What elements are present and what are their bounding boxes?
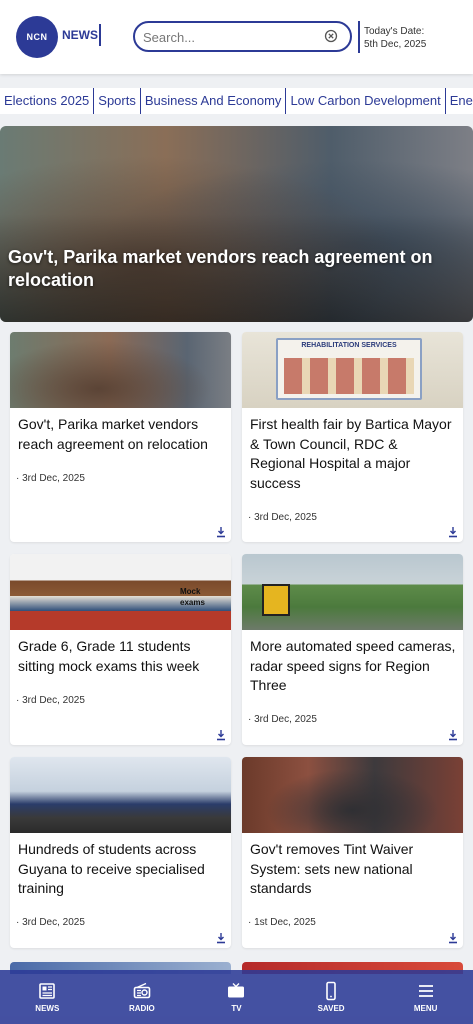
date-divider bbox=[358, 21, 360, 53]
nav-radio[interactable]: RADIO bbox=[95, 970, 190, 1024]
card-image bbox=[10, 757, 231, 833]
card-image bbox=[242, 757, 463, 833]
nav-saved-label: SAVED bbox=[317, 1004, 345, 1013]
nav-saved[interactable]: SAVED bbox=[284, 970, 379, 1024]
todays-date: Today's Date: 5th Dec, 2025 bbox=[364, 25, 426, 51]
brand-label: NEWS bbox=[62, 28, 98, 42]
card-date: · 3rd Dec, 2025 bbox=[16, 917, 85, 928]
download-icon[interactable] bbox=[215, 526, 227, 538]
card-title: More automated speed cameras, radar spee… bbox=[250, 638, 456, 693]
news-card[interactable]: Mock exams Grade 6, Grade 11 students si… bbox=[10, 554, 231, 745]
card-image: REHABILITATION SERVICES bbox=[242, 332, 463, 408]
poster-photos bbox=[284, 358, 414, 394]
date-label: Today's Date: bbox=[364, 26, 425, 37]
download-icon[interactable] bbox=[447, 526, 459, 538]
card-date: · 1st Dec, 2025 bbox=[248, 917, 316, 928]
nav-menu-label: MENU bbox=[413, 1004, 438, 1013]
radio-icon bbox=[133, 982, 151, 999]
category-nav: Elections 2025 Sports Business And Economy… bbox=[0, 88, 473, 114]
download-icon[interactable] bbox=[447, 932, 459, 944]
card-title: First health fair by Bartica Mayor & Tow… bbox=[250, 416, 452, 491]
download-icon[interactable] bbox=[215, 729, 227, 741]
card-title: Gov't, Parika market vendors reach agree… bbox=[18, 416, 208, 452]
nav-tv-label: TV bbox=[231, 1004, 242, 1013]
search-box[interactable] bbox=[133, 21, 352, 52]
news-card[interactable]: Hundreds of students across Guyana to re… bbox=[10, 757, 231, 948]
nav-tv[interactable]: TV bbox=[189, 970, 284, 1024]
image-caption: Mock exams bbox=[180, 587, 205, 607]
hero-story[interactable]: Gov't, Parika market vendors reach agree… bbox=[0, 126, 473, 322]
search-input[interactable] bbox=[143, 28, 318, 46]
category-energy[interactable]: Ene bbox=[446, 88, 473, 114]
clear-search-icon[interactable] bbox=[324, 29, 338, 43]
menu-icon bbox=[418, 985, 433, 997]
card-image bbox=[10, 332, 231, 408]
speed-sign bbox=[262, 584, 290, 616]
phone-icon bbox=[326, 981, 336, 1001]
category-low-carbon[interactable]: Low Carbon Development bbox=[286, 88, 446, 114]
news-card[interactable]: REHABILITATION SERVICES First health fai… bbox=[242, 332, 463, 542]
card-title: Gov't removes Tint Waiver System: sets n… bbox=[250, 841, 414, 896]
card-date: · 3rd Dec, 2025 bbox=[248, 512, 317, 523]
news-card[interactable]: Gov't, Parika market vendors reach agree… bbox=[10, 332, 231, 542]
ncn-logo[interactable]: NCN bbox=[16, 16, 58, 58]
card-date: · 3rd Dec, 2025 bbox=[16, 473, 85, 484]
bottom-nav: NEWS RADIO TV SAVED MENU bbox=[0, 970, 473, 1024]
tv-icon bbox=[228, 983, 245, 998]
nav-news[interactable]: NEWS bbox=[0, 970, 95, 1024]
hero-title: Gov't, Parika market vendors reach agree… bbox=[8, 247, 433, 290]
card-image bbox=[242, 554, 463, 630]
category-business[interactable]: Business And Economy bbox=[141, 88, 287, 114]
nav-radio-label: RADIO bbox=[129, 1004, 155, 1013]
logo-divider bbox=[99, 24, 101, 46]
poster-board: REHABILITATION SERVICES bbox=[276, 338, 422, 400]
download-icon[interactable] bbox=[215, 932, 227, 944]
category-sports[interactable]: Sports bbox=[94, 88, 141, 114]
date-value: 5th Dec, 2025 bbox=[364, 39, 427, 50]
download-icon[interactable] bbox=[447, 729, 459, 741]
card-title: Grade 6, Grade 11 students sitting mock … bbox=[18, 638, 200, 674]
hero-image bbox=[0, 126, 473, 322]
app-screen: NCN NEWS Today's Date: 5th Dec, 2025 Ele… bbox=[0, 0, 473, 1024]
category-elections[interactable]: Elections 2025 bbox=[0, 88, 95, 114]
card-image: Mock exams bbox=[10, 554, 231, 630]
news-card[interactable]: Gov't removes Tint Waiver System: sets n… bbox=[242, 757, 463, 948]
news-card[interactable]: More automated speed cameras, radar spee… bbox=[242, 554, 463, 745]
card-title: Hundreds of students across Guyana to re… bbox=[18, 841, 205, 896]
nav-news-label: NEWS bbox=[35, 1004, 60, 1013]
newspaper-icon bbox=[39, 983, 56, 999]
card-date: · 3rd Dec, 2025 bbox=[248, 714, 317, 725]
nav-menu[interactable]: MENU bbox=[378, 970, 473, 1024]
logo-text: NCN bbox=[26, 32, 48, 42]
poster-title: REHABILITATION SERVICES bbox=[301, 342, 397, 349]
card-date: · 3rd Dec, 2025 bbox=[16, 695, 85, 706]
top-header: NCN NEWS Today's Date: 5th Dec, 2025 bbox=[0, 0, 473, 74]
